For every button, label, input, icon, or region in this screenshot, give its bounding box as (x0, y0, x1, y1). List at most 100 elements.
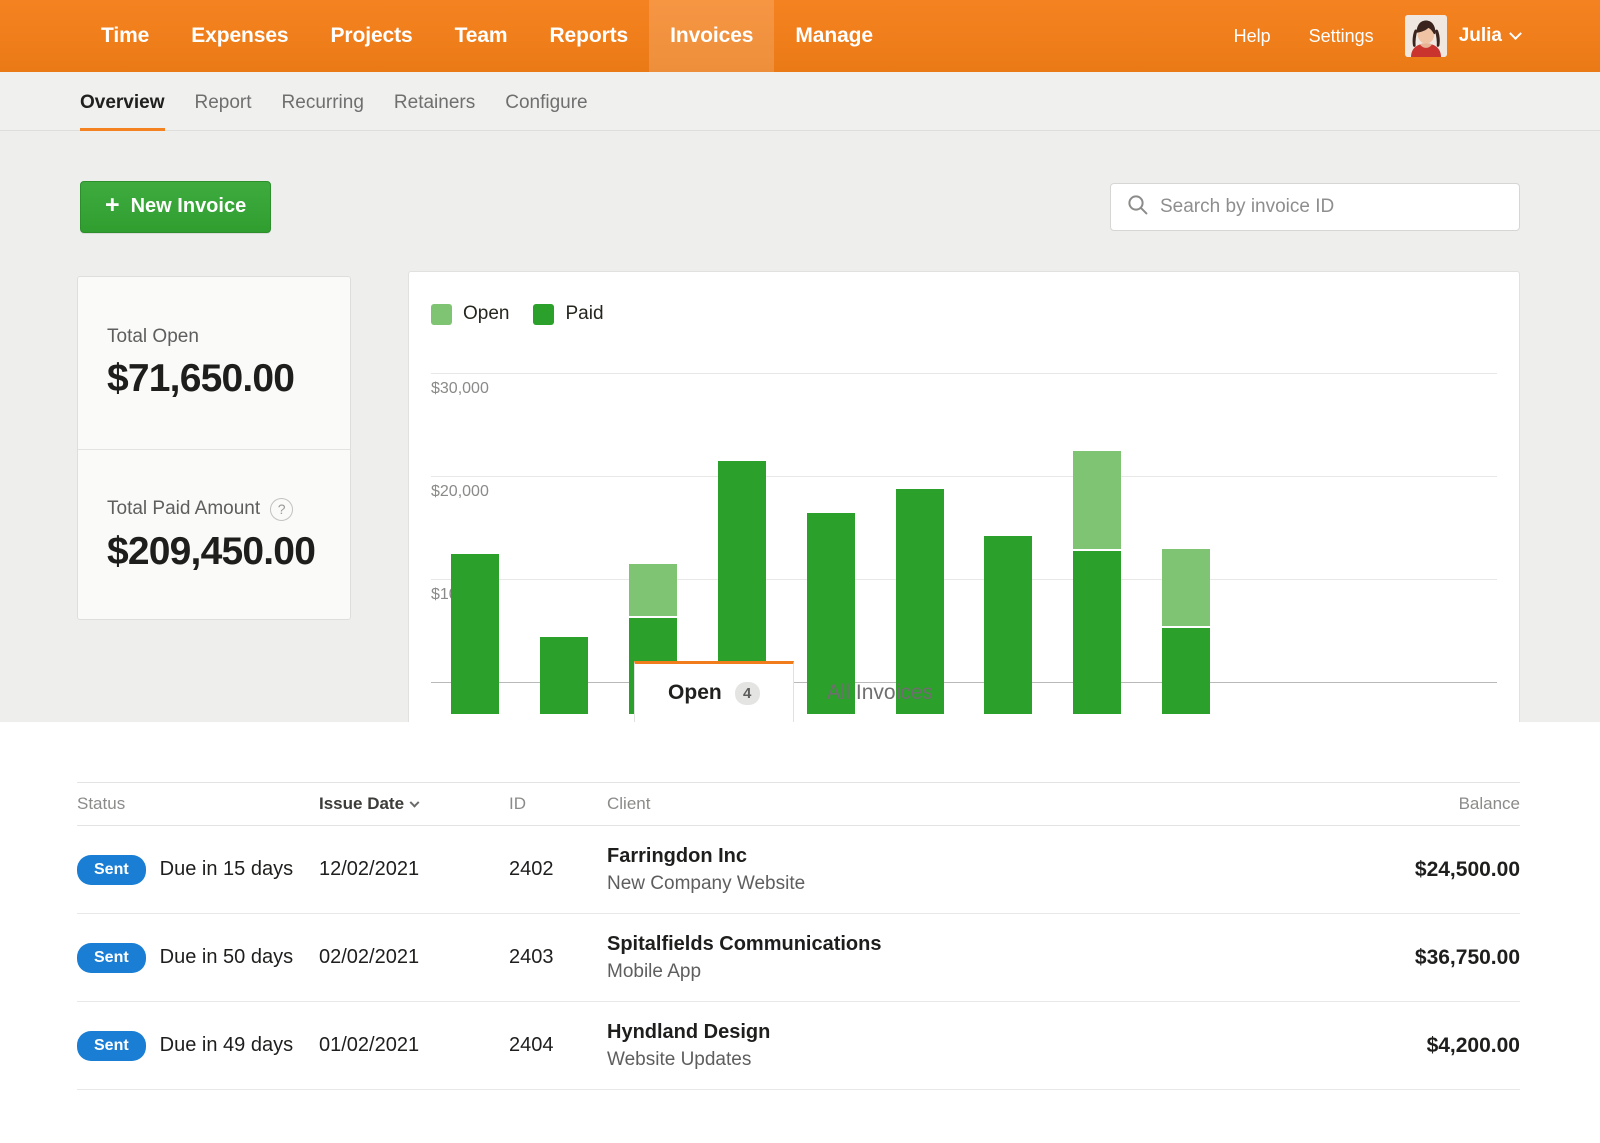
client-project: Website Updates (607, 1049, 1290, 1071)
settings-link[interactable]: Settings (1290, 26, 1393, 47)
search-input[interactable] (1160, 184, 1503, 230)
subnav-item-configure[interactable]: Configure (490, 92, 602, 130)
cell-status: Sent Due in 15 days (77, 855, 319, 885)
subnav-item-report[interactable]: Report (180, 92, 267, 130)
cell-invoice-id: 2403 (509, 946, 607, 969)
stat-label: Total Open (107, 326, 350, 348)
column-header-label: Balance (1459, 794, 1520, 813)
search-icon (1127, 194, 1148, 220)
cell-client: Spitalfields Communications Mobile App (607, 933, 1290, 983)
subnav-item-recurring[interactable]: Recurring (267, 92, 379, 130)
chart-legend: Open Paid (431, 303, 604, 325)
column-header-label: Issue Date (319, 794, 404, 813)
status-badge[interactable]: Sent (77, 943, 146, 973)
table-row[interactable]: Sent Due in 49 days 01/02/20212404Hyndland… (77, 1002, 1520, 1090)
help-link[interactable]: Help (1215, 26, 1290, 47)
nav-item-time[interactable]: Time (80, 0, 170, 72)
column-header-client[interactable]: Client (607, 794, 1290, 814)
cell-status: Sent Due in 49 days (77, 1031, 319, 1061)
client-name[interactable]: Spitalfields Communications (607, 933, 1290, 956)
cell-invoice-id: 2402 (509, 858, 607, 881)
status-badge[interactable]: Sent (77, 855, 146, 885)
legend-item-open[interactable]: Open (431, 303, 509, 325)
sort-chevron-down-icon (410, 798, 420, 808)
cell-issue-date: 12/02/2021 (319, 858, 509, 881)
summary-stats-card: Total Open $71,650.00 Total Paid Amount? $2… (77, 276, 351, 620)
column-header-label: Client (607, 794, 650, 813)
stat-label-text: Total Open (107, 326, 199, 348)
cell-client: Hyndland Design Website Updates (607, 1021, 1290, 1071)
stat-label: Total Paid Amount? (107, 498, 350, 521)
client-project: Mobile App (607, 961, 1290, 983)
help-tooltip-icon[interactable]: ? (270, 498, 293, 521)
subnav-item-overview[interactable]: Overview (80, 92, 180, 130)
nav-item-projects[interactable]: Projects (310, 0, 434, 72)
grid-line (431, 373, 1497, 374)
nav-item-reports[interactable]: Reports (528, 0, 649, 72)
invoice-table: Status Issue Date ID Client Balance Sent Due … (77, 782, 1520, 1090)
cell-invoice-id: 2404 (509, 1034, 607, 1057)
due-text: Due in 49 days (160, 1034, 293, 1057)
tab-count-badge: 4 (735, 682, 760, 705)
table-header-row: Status Issue Date ID Client Balance (77, 782, 1520, 826)
tab-label: Open (668, 681, 722, 705)
nav-item-manage[interactable]: Manage (774, 0, 894, 72)
client-project: New Company Website (607, 873, 1290, 895)
main-content-area: + New Invoice Total Open$71,650.00Total … (0, 131, 1600, 722)
top-nav-right-group: Help Settings Julia (1215, 0, 1520, 72)
nav-item-team[interactable]: Team (434, 0, 529, 72)
tab-label: All Invoices (827, 681, 933, 705)
cell-issue-date: 02/02/2021 (319, 946, 509, 969)
column-header-label: Status (77, 794, 125, 814)
secondary-navigation-bar: OverviewReportRecurringRetainersConfigur… (0, 72, 1600, 131)
stat-block: Total Paid Amount? $209,450.00 (78, 449, 350, 621)
bar-segment-open (629, 564, 677, 616)
legend-label: Paid (565, 303, 603, 325)
legend-label: Open (463, 303, 509, 325)
action-row: + New Invoice (80, 179, 1520, 234)
legend-item-paid[interactable]: Paid (533, 303, 603, 325)
primary-nav-items: TimeExpensesProjectsTeamReportsInvoicesM… (80, 0, 894, 72)
column-header-date[interactable]: Issue Date (319, 794, 509, 814)
invoice-list-tabs: Open 4 All Invoices (0, 645, 1600, 722)
plus-icon: + (105, 193, 120, 218)
due-text: Due in 15 days (160, 858, 293, 881)
cell-balance: $4,200.00 (1290, 1034, 1520, 1058)
subnav-item-retainers[interactable]: Retainers (379, 92, 490, 130)
due-text: Due in 50 days (160, 946, 293, 969)
status-badge[interactable]: Sent (77, 1031, 146, 1061)
cell-status: Sent Due in 50 days (77, 943, 319, 973)
tab-open[interactable]: Open 4 (634, 661, 794, 722)
client-name[interactable]: Farringdon Inc (607, 845, 1290, 868)
chevron-down-icon (1509, 27, 1522, 40)
client-name[interactable]: Hyndland Design (607, 1021, 1290, 1044)
legend-swatch-open (431, 304, 452, 325)
tab-all-invoices[interactable]: All Invoices (794, 664, 966, 722)
column-header-balance[interactable]: Balance (1290, 794, 1520, 814)
bar-segment-open (1073, 451, 1121, 549)
cell-balance: $24,500.00 (1290, 858, 1520, 882)
stat-label-text: Total Paid Amount (107, 498, 260, 520)
nav-item-invoices[interactable]: Invoices (649, 0, 774, 72)
avatar (1405, 15, 1447, 57)
legend-swatch-paid (533, 304, 554, 325)
username-label: Julia (1459, 25, 1502, 47)
column-header-label: ID (509, 794, 526, 813)
cell-issue-date: 01/02/2021 (319, 1034, 509, 1057)
bar-segment-open (1162, 549, 1210, 626)
stat-block: Total Open $71,650.00 (78, 277, 350, 449)
column-header-id[interactable]: ID (509, 794, 607, 814)
top-navigation-bar: TimeExpensesProjectsTeamReportsInvoicesM… (0, 0, 1600, 72)
new-invoice-button[interactable]: + New Invoice (80, 181, 271, 233)
cell-client: Farringdon Inc New Company Website (607, 845, 1290, 895)
cell-balance: $36,750.00 (1290, 946, 1520, 970)
stat-value: $71,650.00 (107, 357, 350, 401)
table-row[interactable]: Sent Due in 50 days 02/02/20212403Spitalfi… (77, 914, 1520, 1002)
column-header-status[interactable]: Status (77, 794, 319, 814)
nav-item-expenses[interactable]: Expenses (170, 0, 309, 72)
stat-value: $209,450.00 (107, 530, 350, 574)
new-invoice-label: New Invoice (131, 195, 247, 218)
search-box[interactable] (1110, 183, 1520, 231)
table-row[interactable]: Sent Due in 15 days 12/02/20212402Farringd… (77, 826, 1520, 914)
user-menu[interactable]: Julia (1405, 15, 1520, 57)
